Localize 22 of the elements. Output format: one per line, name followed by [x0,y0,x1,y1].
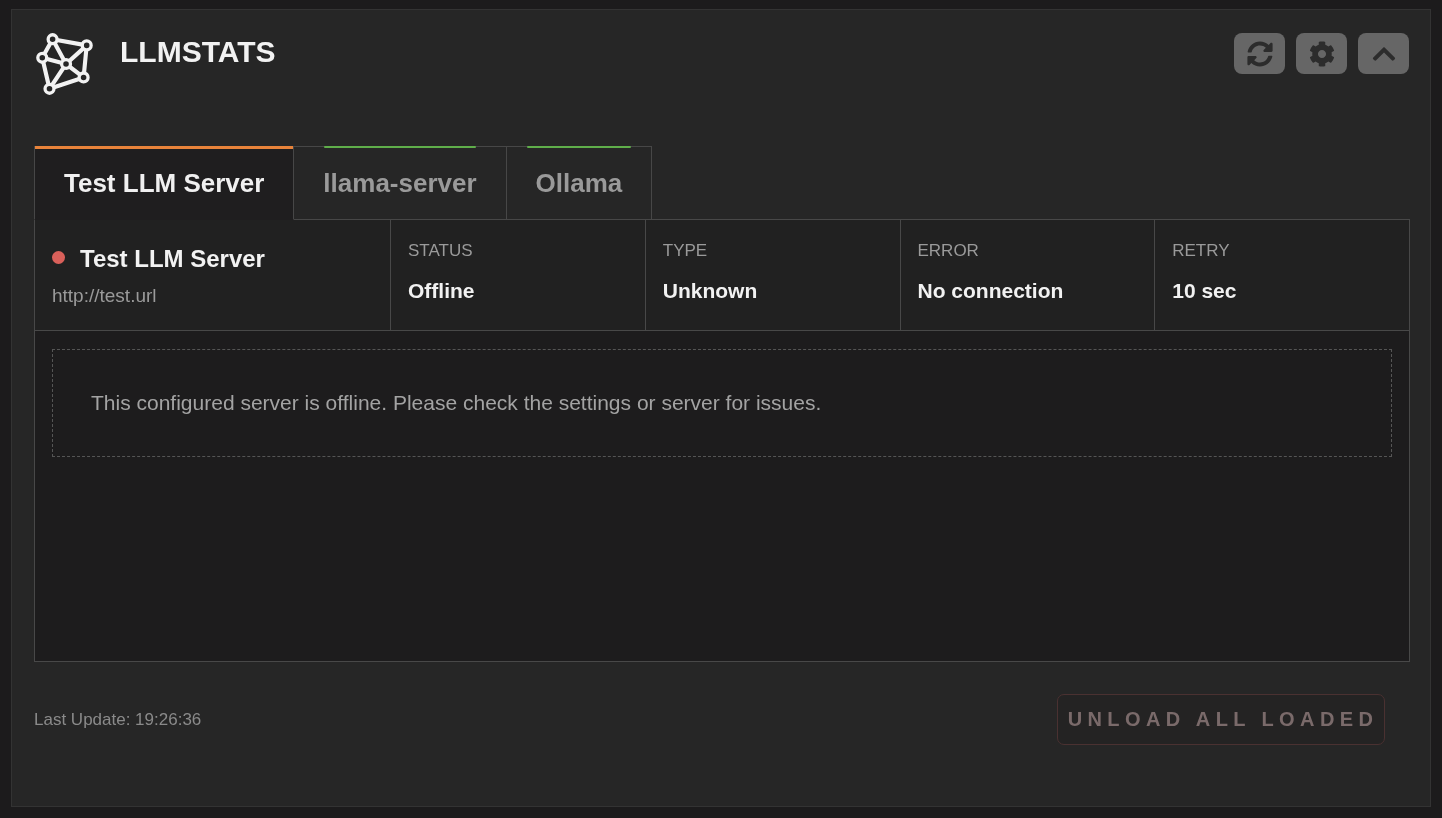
server-tab[interactable]: Test LLM Server [34,146,295,220]
stat-value: 10 sec [1172,278,1237,304]
network-logo-icon [34,33,96,95]
last-update-text: Last Update: 19:26:36 [34,709,202,730]
server-tab[interactable]: llama-server [294,146,507,220]
stat-label: RETRY [1172,240,1230,262]
server-name: Test LLM Server [80,245,265,273]
refresh-button[interactable] [1234,33,1285,74]
stat-label: TYPE [662,240,708,262]
stat-label: STATUS [408,240,473,262]
refresh-icon [1246,40,1273,67]
stat-label: ERROR [917,240,979,262]
stat-value: Unknown [662,278,758,304]
collapse-button[interactable] [1358,33,1409,74]
app-title: LLMSTATS [120,34,276,70]
stat-value: No connection [917,278,1064,304]
server-tab[interactable]: Ollama [506,146,653,220]
settings-button[interactable] [1296,33,1347,74]
stat-value: Offline [408,278,475,304]
server-url: http://test.url [52,285,157,307]
settings-icon [1308,40,1335,67]
notice-text: This configured server is offline. Please check the settings or server for issues. [91,391,822,415]
